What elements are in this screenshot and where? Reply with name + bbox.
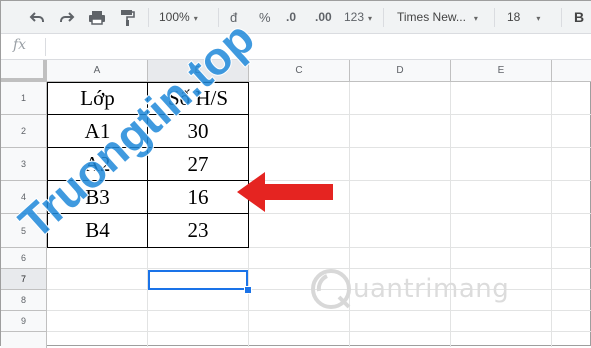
more-formats-select[interactable]: 123 ▾ bbox=[344, 1, 372, 34]
fill-handle[interactable] bbox=[244, 286, 252, 294]
bold-button[interactable]: B bbox=[574, 1, 584, 34]
paint-format-icon[interactable] bbox=[119, 1, 135, 34]
cell-selection-b7[interactable] bbox=[148, 270, 248, 290]
formula-input[interactable] bbox=[51, 34, 581, 59]
font-size-value: 18 bbox=[507, 10, 521, 24]
font-name: Times New... bbox=[397, 10, 466, 24]
row-header-3[interactable]: 3 bbox=[1, 148, 47, 181]
toolbar: 100% ▾ đ % .0 .00 123 ▾ Times New... ▾ 18 ▾ … bbox=[1, 1, 591, 34]
row-header-7[interactable]: 7 bbox=[1, 269, 47, 290]
cell-b1[interactable]: Số H/S bbox=[148, 82, 249, 115]
cell-a3[interactable]: A2 bbox=[47, 148, 148, 181]
chevron-down-icon: ▾ bbox=[473, 14, 478, 23]
cell-b4[interactable]: 16 bbox=[148, 181, 249, 214]
print-icon[interactable] bbox=[88, 1, 106, 34]
cell-a2[interactable]: A1 bbox=[47, 115, 148, 148]
column-header-e[interactable]: E bbox=[451, 60, 552, 82]
cell-a1[interactable]: Lớp bbox=[47, 82, 148, 115]
column-header-c[interactable]: C bbox=[249, 60, 350, 82]
font-size-select[interactable]: 18 ▾ bbox=[507, 1, 551, 34]
percent-format-button[interactable]: % bbox=[259, 1, 271, 34]
row-header-9[interactable]: 9 bbox=[1, 311, 47, 332]
fx-icon: fx bbox=[13, 37, 27, 53]
row-header-8[interactable]: 8 bbox=[1, 290, 47, 311]
select-all-corner[interactable] bbox=[1, 60, 47, 82]
formula-bar: fx bbox=[1, 34, 591, 60]
cell-a4[interactable]: B3 bbox=[47, 181, 148, 214]
chevron-down-icon: ▾ bbox=[536, 14, 541, 23]
chevron-down-icon: ▾ bbox=[193, 14, 198, 23]
font-select[interactable]: Times New... ▾ bbox=[397, 1, 482, 34]
row-header-6[interactable]: 6 bbox=[1, 248, 47, 269]
more-formats-label: 123 bbox=[344, 10, 365, 24]
row-header-1[interactable]: 1 bbox=[1, 82, 47, 115]
column-header-a[interactable]: A bbox=[47, 60, 148, 82]
column-header-d[interactable]: D bbox=[350, 60, 451, 82]
row-header-2[interactable]: 2 bbox=[1, 115, 47, 148]
chevron-down-icon: ▾ bbox=[368, 14, 373, 23]
column-header-b[interactable]: B bbox=[148, 60, 249, 82]
redo-icon[interactable] bbox=[58, 1, 76, 34]
zoom-select[interactable]: 100% ▾ bbox=[159, 1, 198, 34]
row-header-5[interactable]: 5 bbox=[1, 214, 47, 248]
red-arrow-icon bbox=[237, 172, 333, 212]
column-header-f[interactable] bbox=[552, 60, 591, 82]
cell-b3[interactable]: 27 bbox=[148, 148, 249, 181]
decrease-decimal-button[interactable]: .0 bbox=[286, 1, 296, 34]
cell-b2[interactable]: 30 bbox=[148, 115, 249, 148]
zoom-value: 100% bbox=[159, 10, 190, 24]
row-header-4[interactable]: 4 bbox=[1, 181, 47, 214]
increase-decimal-button[interactable]: .00 bbox=[315, 1, 332, 34]
currency-format-button[interactable]: đ bbox=[230, 1, 237, 34]
undo-icon[interactable] bbox=[28, 1, 46, 34]
cell-a5[interactable]: B4 bbox=[47, 214, 148, 248]
cell-b5[interactable]: 23 bbox=[148, 214, 249, 248]
